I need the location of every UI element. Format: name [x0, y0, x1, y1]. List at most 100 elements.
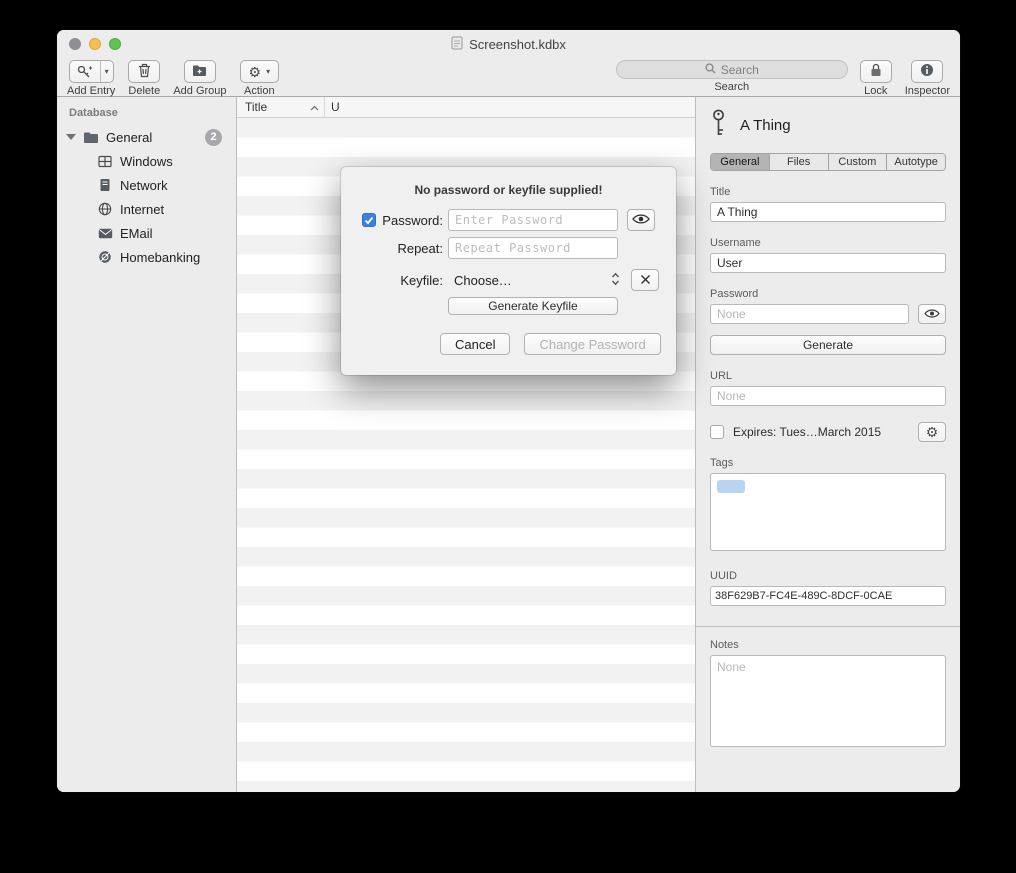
sidebar-group-label: General — [106, 130, 152, 145]
expires-label: Expires: Tues…March 2015 — [733, 425, 909, 439]
column-header-username[interactable]: U — [325, 97, 695, 117]
clear-keyfile-button[interactable] — [631, 269, 659, 291]
change-password-dialog: No password or keyfile supplied! Passwor… — [341, 167, 676, 375]
sidebar-item-network[interactable]: Network — [57, 173, 236, 197]
sidebar-item-internet[interactable]: Internet — [57, 197, 236, 221]
sidebar-item-label: Network — [120, 178, 168, 193]
sidebar-item-label: Windows — [120, 154, 173, 169]
coin-icon — [96, 249, 114, 265]
search-icon — [705, 63, 716, 77]
divider — [696, 626, 960, 627]
title-field[interactable] — [710, 202, 946, 222]
dialog-reveal-password-button[interactable] — [627, 209, 655, 231]
tab-custom[interactable]: Custom — [828, 154, 887, 170]
app-window: Screenshot.kdbx ▾ Add Entry — [57, 30, 960, 792]
search-label: Search — [714, 81, 749, 93]
inspector-item: Inspector — [905, 60, 950, 97]
envelope-icon — [96, 225, 114, 241]
windows-icon — [96, 153, 114, 169]
add-group-button[interactable] — [184, 60, 216, 83]
expires-checkbox[interactable] — [710, 425, 724, 439]
url-field-label: URL — [710, 370, 946, 382]
column-header-title[interactable]: Title — [237, 97, 325, 117]
add-entry-label: Add Entry — [67, 85, 115, 97]
tags-field[interactable] — [710, 473, 946, 551]
folder-icon — [82, 129, 100, 145]
document-proxy-icon — [451, 36, 463, 53]
inspector-tabs: General Files Custom Autotype — [710, 153, 946, 171]
password-checkbox[interactable] — [362, 213, 376, 227]
notes-field[interactable] — [710, 655, 946, 747]
keyfile-select-value: Choose… — [454, 273, 611, 288]
stepper-icon — [611, 272, 620, 289]
action-item: ⚙ ▾ Action — [240, 60, 280, 97]
search-input[interactable]: Search — [616, 60, 848, 79]
tag-token[interactable] — [717, 480, 745, 493]
column-username-label: U — [331, 100, 340, 114]
info-icon — [920, 63, 934, 80]
sidebar-item-label: Homebanking — [120, 250, 200, 265]
tab-files[interactable]: Files — [769, 154, 828, 170]
keyfile-select[interactable]: Choose… — [448, 269, 622, 291]
add-entry-item: ▾ Add Entry — [67, 60, 115, 97]
key-icon — [710, 109, 727, 142]
dialog-password-label: Password: — [382, 213, 443, 228]
zoom-button[interactable] — [109, 38, 121, 50]
delete-item: Delete — [128, 60, 160, 97]
sidebar-group-general[interactable]: General 2 — [57, 125, 236, 149]
change-password-button[interactable]: Change Password — [524, 333, 660, 355]
network-icon — [96, 177, 114, 193]
sidebar-item-windows[interactable]: Windows — [57, 149, 236, 173]
inspector-panel: A Thing General Files Custom Autotype Ti… — [695, 97, 960, 792]
gear-icon: ⚙ — [249, 65, 262, 79]
delete-button[interactable] — [128, 60, 160, 83]
chevron-down-icon: ▾ — [105, 68, 109, 76]
dialog-password-input[interactable] — [448, 209, 618, 231]
minimize-button[interactable] — [89, 38, 101, 50]
add-entry-dropdown[interactable]: ▾ — [100, 61, 113, 82]
action-label: Action — [244, 85, 275, 97]
add-group-item: Add Group — [173, 60, 226, 97]
sidebar-item-email[interactable]: EMail — [57, 221, 236, 245]
column-title-label: Title — [245, 100, 267, 114]
lock-label: Lock — [864, 85, 887, 97]
trash-icon — [138, 63, 151, 81]
sidebar-item-homebanking[interactable]: Homebanking — [57, 245, 236, 269]
sidebar: Database General 2 Windows Network — [57, 97, 237, 792]
password-field[interactable] — [710, 304, 909, 324]
generate-keyfile-button[interactable]: Generate Keyfile — [448, 297, 618, 315]
chevron-down-icon: ▾ — [266, 68, 270, 76]
titlebar: Screenshot.kdbx — [57, 30, 960, 58]
close-button[interactable] — [69, 38, 81, 50]
tab-autotype[interactable]: Autotype — [886, 154, 945, 170]
action-button[interactable]: ⚙ ▾ — [240, 60, 280, 83]
url-field[interactable] — [710, 386, 946, 406]
cancel-button[interactable]: Cancel — [440, 333, 510, 355]
username-field[interactable] — [710, 253, 946, 273]
entry-title: A Thing — [740, 117, 791, 134]
search-item: Search Search — [616, 60, 848, 93]
uuid-label: UUID — [710, 570, 946, 582]
add-entry-button[interactable]: ▾ — [69, 60, 114, 83]
generate-password-button[interactable]: Generate — [710, 335, 946, 355]
tags-label: Tags — [710, 457, 946, 469]
close-x-icon — [640, 273, 651, 288]
folder-plus-icon — [192, 64, 207, 80]
inspector-button[interactable] — [911, 60, 943, 83]
delete-label: Delete — [128, 85, 160, 97]
disclosure-triangle-icon[interactable] — [66, 134, 76, 140]
sidebar-item-label: Internet — [120, 202, 164, 217]
uuid-field[interactable] — [710, 586, 946, 606]
lock-item: Lock — [860, 60, 892, 97]
key-plus-icon — [70, 61, 100, 82]
dialog-keyfile-label: Keyfile: — [400, 273, 443, 288]
list-header: Title U — [237, 97, 695, 118]
reveal-password-button[interactable] — [918, 304, 946, 324]
expires-settings-button[interactable]: ⚙ — [918, 422, 946, 442]
dialog-repeat-input[interactable] — [448, 237, 618, 259]
content: Database General 2 Windows Network — [57, 97, 960, 792]
sidebar-section-header: Database — [57, 107, 236, 125]
lock-button[interactable] — [860, 60, 892, 83]
tab-general[interactable]: General — [711, 154, 769, 170]
add-group-label: Add Group — [173, 85, 226, 97]
